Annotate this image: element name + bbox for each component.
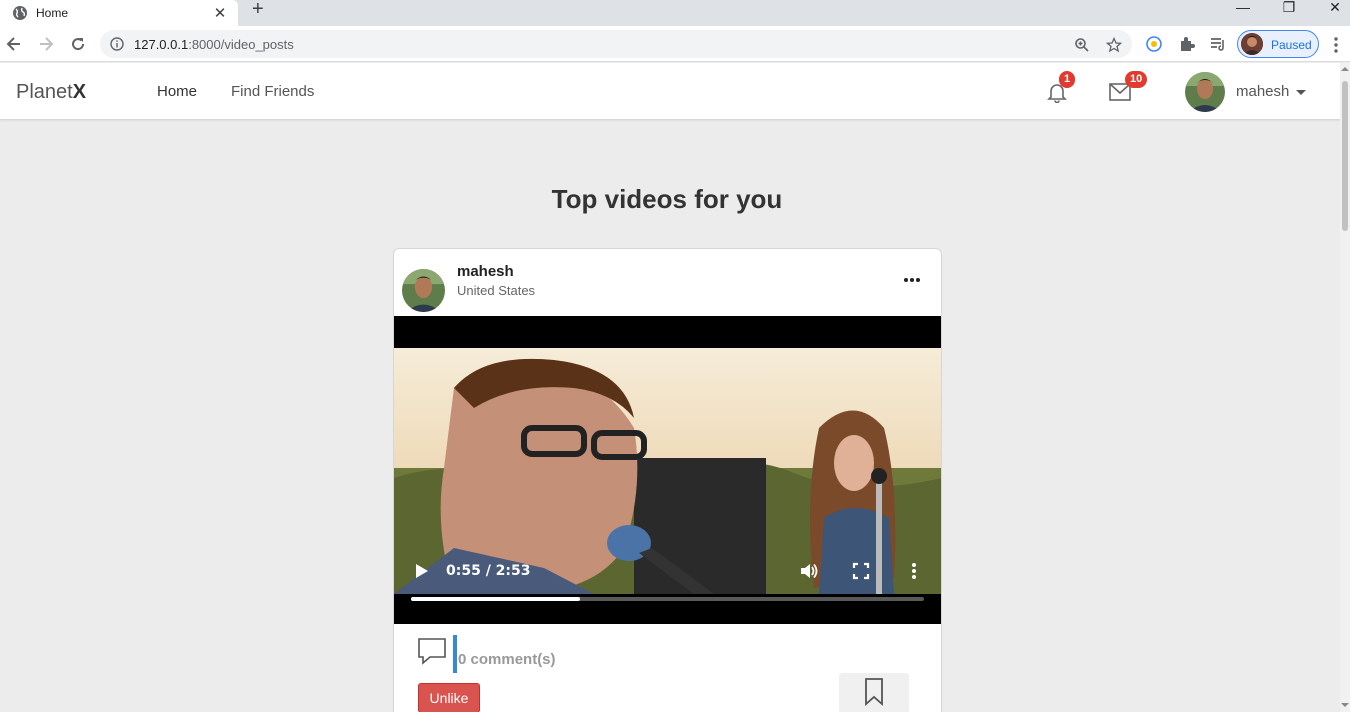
nav-find-friends-link[interactable]: Find Friends — [231, 83, 314, 100]
tab-close-icon[interactable]: ✕ — [208, 4, 232, 22]
notifications-badge: 1 — [1059, 71, 1076, 88]
scroll-thumb[interactable] — [1342, 81, 1348, 231]
reading-list-icon[interactable] — [1209, 35, 1227, 53]
more-options-icon[interactable] — [903, 277, 921, 283]
comment-accent — [453, 635, 457, 673]
video-more-icon[interactable] — [904, 561, 924, 581]
site-info-icon[interactable] — [110, 37, 124, 51]
scroll-down-icon[interactable] — [1341, 703, 1349, 707]
post-author-name[interactable]: mahesh — [457, 263, 514, 280]
volume-icon[interactable] — [799, 561, 819, 581]
extension-icon[interactable] — [1145, 35, 1163, 53]
reload-icon[interactable] — [68, 34, 88, 54]
video-player[interactable]: 0:55 / 2:53 — [394, 316, 941, 624]
browser-menu-icon[interactable] — [1330, 36, 1342, 54]
user-avatar[interactable] — [1185, 72, 1225, 112]
nav-home-link[interactable]: Home — [157, 83, 197, 100]
messages-badge: 10 — [1125, 71, 1148, 88]
browser-toolbar: 127.0.0.1:8000/video_posts Paused — [0, 26, 1350, 62]
chevron-down-icon[interactable] — [1296, 90, 1306, 95]
minimize-button[interactable]: — — [1220, 0, 1266, 18]
profile-status: Paused — [1271, 38, 1312, 52]
profile-chip[interactable]: Paused — [1237, 30, 1319, 58]
profile-avatar — [1241, 33, 1263, 55]
bookmark-button[interactable] — [839, 673, 909, 712]
play-icon[interactable] — [411, 561, 431, 581]
address-bar[interactable]: 127.0.0.1:8000/video_posts — [100, 30, 1132, 58]
video-progress-bar[interactable] — [411, 597, 924, 601]
brand-logo[interactable]: PlanetX — [16, 81, 86, 104]
window-close-button[interactable]: ✕ — [1312, 0, 1350, 18]
scroll-up-icon[interactable] — [1341, 67, 1349, 71]
forward-icon[interactable] — [36, 34, 56, 54]
site-navbar: PlanetX Home Find Friends 1 10 mahesh — [0, 63, 1340, 120]
nav-username[interactable]: mahesh — [1236, 83, 1289, 100]
post-location: United States — [457, 283, 536, 298]
bookmark-icon — [865, 678, 883, 706]
browser-tabstrip: Home ✕ + — ❐ ✕ — [0, 0, 1350, 26]
unlike-button[interactable]: Unlike — [418, 683, 480, 712]
restore-button[interactable]: ❐ — [1266, 0, 1312, 18]
comment-icon[interactable] — [418, 637, 446, 665]
bookmark-star-icon[interactable] — [1106, 37, 1122, 53]
comment-count[interactable]: 0 comment(s) — [458, 651, 556, 668]
video-time: 0:55 / 2:53 — [446, 563, 531, 579]
post-author-avatar[interactable] — [402, 269, 445, 312]
browser-tab[interactable]: Home ✕ — [0, 0, 238, 26]
video-progress-fill — [411, 597, 581, 601]
url-text: 127.0.0.1:8000/video_posts — [134, 37, 294, 52]
zoom-icon[interactable] — [1074, 37, 1090, 53]
puzzle-icon[interactable] — [1178, 35, 1196, 53]
page-title: Top videos for you — [551, 184, 783, 214]
fullscreen-icon[interactable] — [851, 561, 871, 581]
back-icon[interactable] — [4, 34, 24, 54]
page-scrollbar[interactable] — [1340, 63, 1350, 712]
video-controls: 0:55 / 2:53 — [394, 546, 941, 606]
tab-title: Home — [36, 6, 69, 20]
video-post-card: mahesh United States 0:55 / 2:53 0 comme… — [393, 248, 942, 712]
globe-icon — [13, 6, 27, 20]
new-tab-button[interactable]: + — [252, 0, 264, 19]
